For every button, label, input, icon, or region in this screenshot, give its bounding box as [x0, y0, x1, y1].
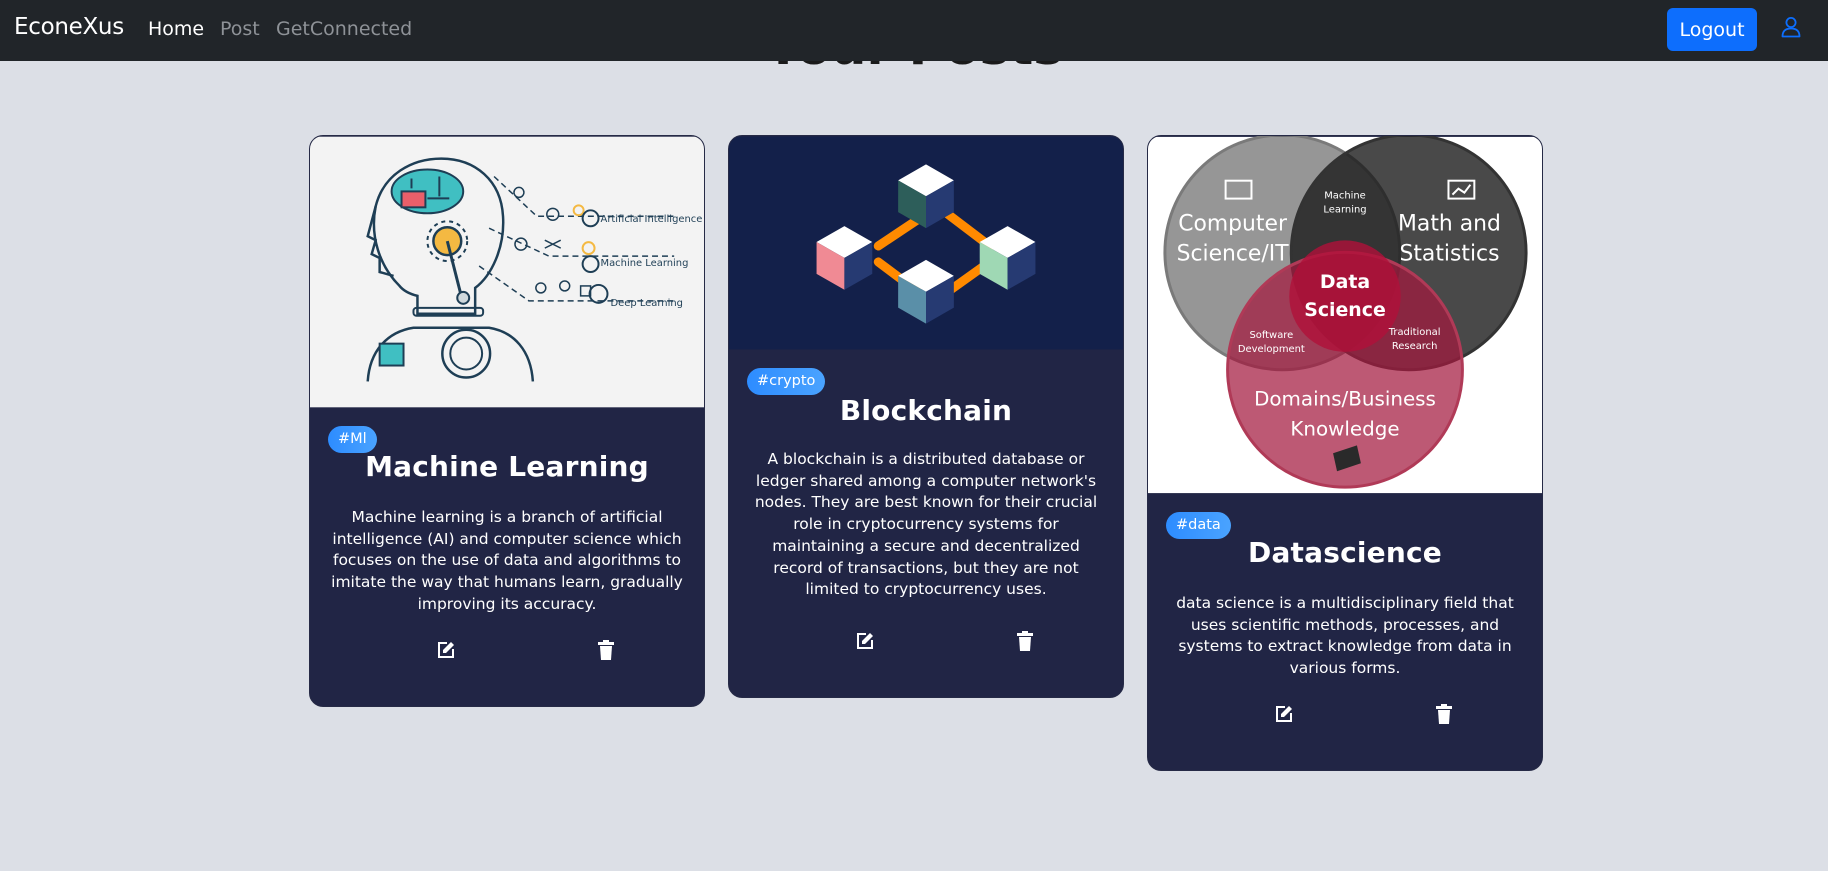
- venn-label: Science: [1304, 299, 1386, 321]
- nav-link-home[interactable]: Home: [148, 18, 204, 40]
- venn-label: Statistics: [1399, 241, 1499, 266]
- venn-label: Development: [1238, 344, 1305, 355]
- card-text: data science is a multidisciplinary fiel…: [1176, 594, 1514, 678]
- image-label: Artificial Intelligence: [601, 214, 703, 225]
- venn-label: Science/IT: [1177, 241, 1290, 266]
- venn-label: Machine: [1324, 191, 1366, 202]
- image-label: Deep Learning: [610, 298, 682, 309]
- card-actions: [328, 638, 686, 706]
- image-label: Machine Learning: [601, 258, 689, 269]
- card-title: Machine Learning: [365, 450, 649, 483]
- logout-button[interactable]: Logout: [1667, 8, 1757, 51]
- venn-label: Research: [1392, 341, 1438, 352]
- venn-label: Computer: [1178, 211, 1287, 236]
- post-card: #crypto Blockchain A blockchain is a dis…: [728, 135, 1124, 698]
- edit-icon[interactable]: [1272, 702, 1296, 726]
- venn-label: Knowledge: [1290, 417, 1399, 440]
- edit-icon[interactable]: [434, 638, 458, 662]
- post-card: Artificial Intelligence Machine Learning…: [309, 135, 705, 707]
- card-actions: [747, 629, 1105, 697]
- tag-badge[interactable]: #data: [1166, 512, 1231, 539]
- card-text: Machine learning is a branch of artifici…: [331, 508, 683, 613]
- card-body: #Ml Machine Learning Machine learning is…: [310, 408, 704, 706]
- tag-badge[interactable]: #Ml: [328, 426, 377, 453]
- navbar: EconeXus Home Post GetConnected Logout: [0, 0, 1828, 61]
- card-actions: [1166, 702, 1524, 770]
- nav-link-post[interactable]: Post: [220, 18, 260, 40]
- blockchain-image: [729, 136, 1123, 350]
- venn-label: Traditional: [1388, 327, 1441, 338]
- card-body: #data Datascience data science is a mult…: [1148, 494, 1542, 770]
- trash-icon[interactable]: [1013, 629, 1037, 653]
- venn-label: Data: [1320, 271, 1370, 293]
- user-icon[interactable]: [1779, 15, 1803, 39]
- trash-icon[interactable]: [1432, 702, 1456, 726]
- venn-label: Software: [1249, 330, 1293, 341]
- tag-badge[interactable]: #crypto: [747, 368, 826, 395]
- card-text: A blockchain is a distributed database o…: [754, 450, 1098, 599]
- nav-link-getconnected[interactable]: GetConnected: [276, 18, 412, 40]
- venn-label: Learning: [1323, 205, 1366, 216]
- edit-icon[interactable]: [853, 629, 877, 653]
- venn-label: Math and: [1398, 211, 1501, 236]
- brand-logo[interactable]: EconeXus: [14, 14, 124, 40]
- datascience-venn-image: Computer Science/IT Math and Statistics …: [1148, 136, 1542, 494]
- machine-learning-image: Artificial Intelligence Machine Learning…: [310, 136, 704, 408]
- trash-icon[interactable]: [594, 638, 618, 662]
- venn-label: Domains/Business: [1254, 388, 1436, 411]
- card-body: #crypto Blockchain A blockchain is a dis…: [729, 350, 1123, 697]
- post-card: Computer Science/IT Math and Statistics …: [1147, 135, 1543, 771]
